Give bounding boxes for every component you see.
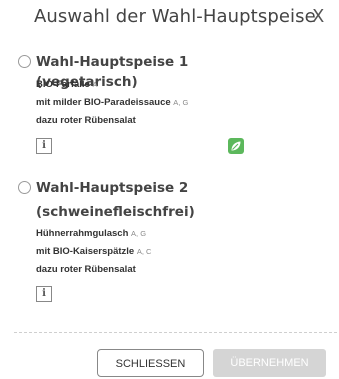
- leaf-icon: [228, 138, 244, 154]
- info-icon[interactable]: i: [36, 138, 52, 154]
- dish-text: dazu roter Rübensalat: [36, 115, 136, 126]
- radio-button[interactable]: [18, 55, 31, 68]
- info-icon[interactable]: i: [36, 286, 52, 302]
- dish-line: BIO-Farfalle A: [36, 79, 98, 91]
- dish-line: mit milder BIO-Paradeissauce A, G: [36, 97, 188, 109]
- allergen-codes: A: [92, 80, 98, 89]
- dialog-title: Auswahl der Wahl-Hauptspeise: [34, 6, 316, 27]
- divider: [14, 332, 337, 333]
- dish-text: Hühnerrahmgulasch: [36, 228, 129, 239]
- radio-button[interactable]: [18, 181, 31, 194]
- dish-text: BIO-Farfalle: [36, 79, 90, 90]
- dish-line: dazu roter Rübensalat: [36, 264, 136, 276]
- dish-line: mit BIO-Kaiserspätzle A, C: [36, 246, 151, 258]
- dish-line: Hühnerrahmgulasch A, G: [36, 228, 146, 240]
- dish-text: mit milder BIO-Paradeissauce: [36, 97, 171, 108]
- accept-button[interactable]: ÜBERNEHMEN: [213, 349, 326, 377]
- option-title: Wahl-Hauptspeise 2 (schweinefleischfrei): [36, 178, 286, 222]
- dish-text: mit BIO-Kaiserspätzle: [36, 246, 135, 257]
- close-button[interactable]: SCHLIESSEN: [97, 349, 204, 377]
- close-icon[interactable]: X: [312, 6, 324, 27]
- dish-line: dazu roter Rübensalat: [36, 115, 136, 127]
- dish-text: dazu roter Rübensalat: [36, 264, 136, 275]
- allergen-codes: A, C: [136, 247, 152, 256]
- option-title-line: Wahl-Hauptspeise 2: [36, 180, 189, 196]
- allergen-codes: A, G: [173, 98, 189, 107]
- allergen-codes: A, G: [131, 229, 147, 238]
- option-title-line: (schweinefleischfrei): [36, 204, 195, 220]
